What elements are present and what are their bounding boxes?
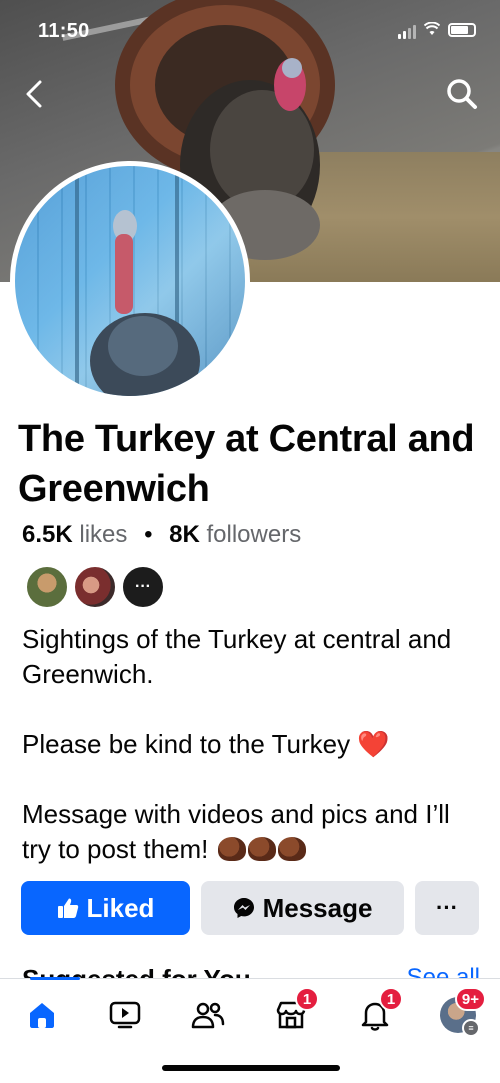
status-time: 11:50 [38, 20, 90, 42]
notifications-badge: 1 [379, 987, 403, 1011]
stats-separator: • [144, 521, 153, 548]
profile-picture[interactable] [10, 161, 250, 401]
tab-friends[interactable] [186, 993, 230, 1037]
video-icon [109, 1001, 141, 1029]
battery-icon [448, 23, 476, 37]
chevron-left-icon [26, 80, 42, 108]
active-tab-indicator [30, 977, 80, 980]
turkey-emoji-icon [247, 837, 276, 861]
tab-video[interactable] [103, 993, 147, 1037]
back-button[interactable] [18, 76, 54, 112]
home-icon [30, 1003, 54, 1028]
messenger-icon [233, 897, 255, 919]
liked-button[interactable]: Liked [21, 881, 190, 935]
thumbs-up-icon [57, 897, 79, 919]
followers-count: 8K [169, 521, 200, 548]
intro-line-2-text: Please be kind to the Turkey [22, 729, 351, 759]
friend-avatar [73, 565, 117, 609]
menu-icon: ≡ [462, 1019, 480, 1037]
status-bar: 11:50 [0, 0, 500, 60]
page-title: The Turkey at Central and Greenwich [18, 418, 475, 510]
intro-line-3: Message with videos and pics and I’ll tr… [22, 797, 484, 867]
more-friends-label: ··· [135, 578, 151, 595]
friend-avatar [25, 565, 69, 609]
message-button[interactable]: Message [201, 881, 404, 935]
turkey-emoji-icon [277, 837, 306, 861]
likes-count: 6.5K [22, 521, 73, 548]
page-intro: Sightings of the Turkey at central and G… [22, 622, 484, 867]
home-indicator[interactable] [162, 1065, 340, 1071]
likes-label: likes [79, 521, 128, 548]
tab-home[interactable] [20, 993, 64, 1037]
turkey-emoji-icon [217, 837, 246, 861]
heart-emoji: ❤️ [357, 729, 390, 759]
tab-menu[interactable]: ≡ 9+ [436, 987, 486, 1037]
search-button[interactable] [444, 76, 480, 112]
marketplace-badge: 1 [295, 987, 319, 1011]
liked-label: Liked [86, 892, 155, 923]
followers-label: followers [206, 521, 302, 548]
intro-line-1: Sightings of the Turkey at central and G… [22, 624, 452, 689]
more-options-button[interactable]: ··· [415, 881, 479, 935]
page-stats[interactable]: 6.5K likes • 8K followers [22, 521, 301, 549]
turkey-avatar-illustration [75, 166, 200, 396]
friends-icon [191, 1002, 225, 1029]
tab-marketplace[interactable]: 1 [269, 987, 319, 1037]
search-icon [447, 79, 477, 109]
more-friends-icon: ··· [121, 565, 165, 609]
tab-notifications[interactable]: 1 [353, 987, 403, 1037]
intro-line-2: Please be kind to the Turkey ❤️ [22, 727, 484, 762]
wifi-icon [424, 22, 440, 35]
menu-badge: 9+ [454, 987, 486, 1011]
message-label: Message [262, 892, 373, 923]
more-options-label: ··· [436, 895, 458, 920]
cellular-signal-icon [398, 25, 416, 39]
